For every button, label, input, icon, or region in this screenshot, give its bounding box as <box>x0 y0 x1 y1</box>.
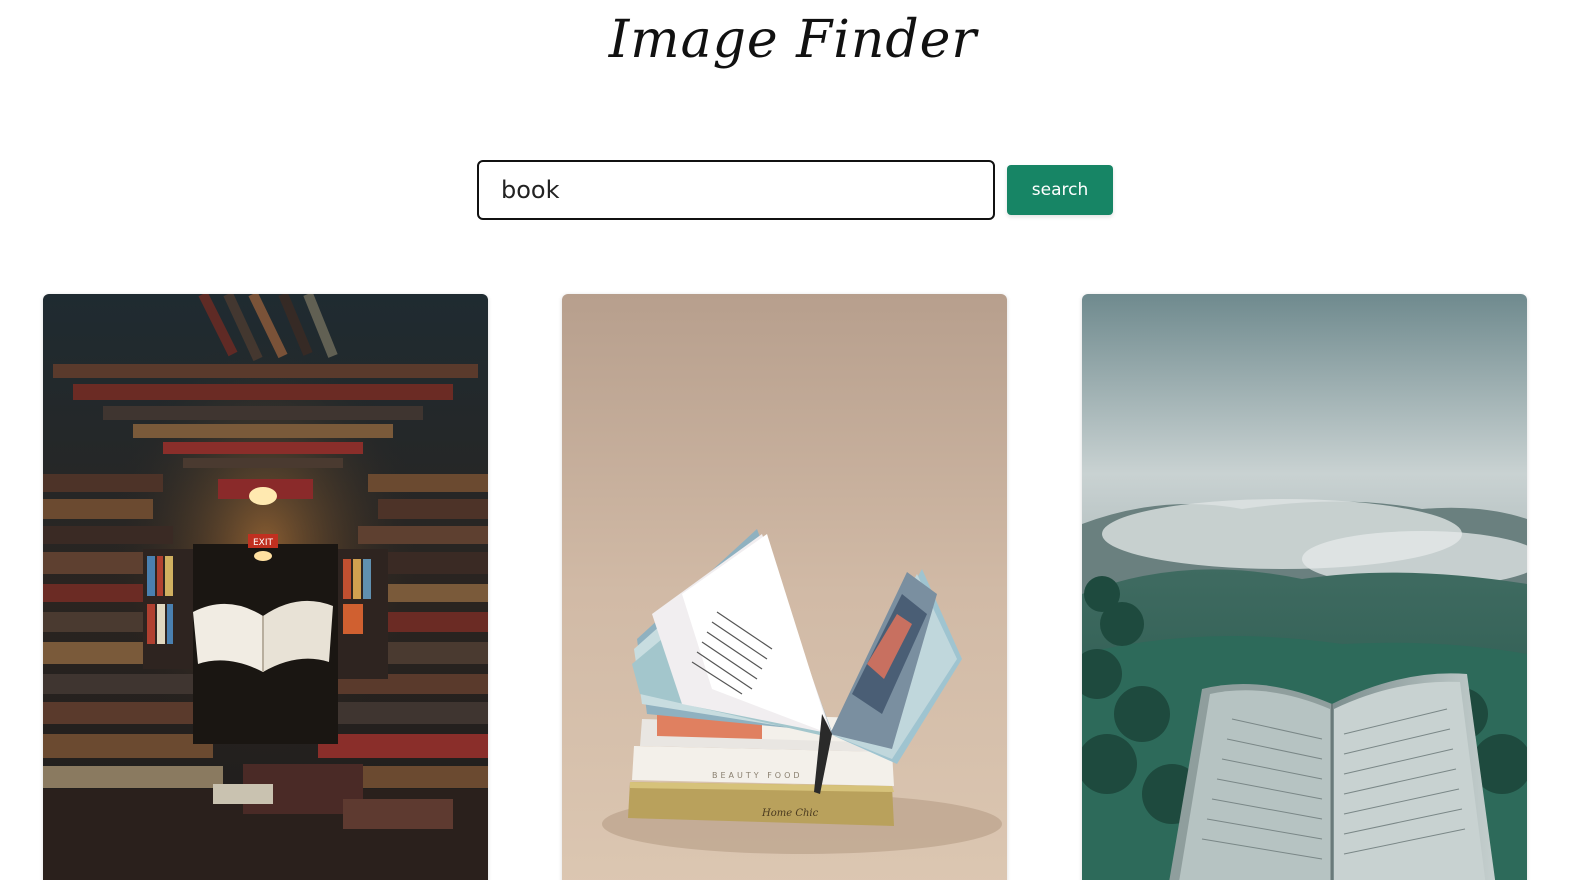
result-card-library[interactable]: EXIT <box>43 294 488 880</box>
image-finder-app: Image Finder search <box>0 0 1586 880</box>
svg-text:EXIT: EXIT <box>253 538 274 548</box>
search-button[interactable]: search <box>1007 165 1113 215</box>
misty-forest-open-book-image <box>1082 294 1527 880</box>
svg-text:Home Chic: Home Chic <box>761 808 819 819</box>
result-card-forest-book[interactable] <box>1082 294 1527 880</box>
search-bar: search <box>477 160 1113 220</box>
search-input[interactable] <box>477 160 995 220</box>
svg-text:BEAUTY FOOD: BEAUTY FOOD <box>712 771 803 780</box>
results-grid: EXIT Home Chic BEAUTY FOOD <box>43 294 1527 880</box>
open-book-stack-image: Home Chic BEAUTY FOOD <box>562 294 1007 880</box>
result-card-book-stack[interactable]: Home Chic BEAUTY FOOD <box>562 294 1007 880</box>
app-logo: Image Finder <box>608 10 978 70</box>
library-flying-book-image: EXIT <box>43 294 488 880</box>
